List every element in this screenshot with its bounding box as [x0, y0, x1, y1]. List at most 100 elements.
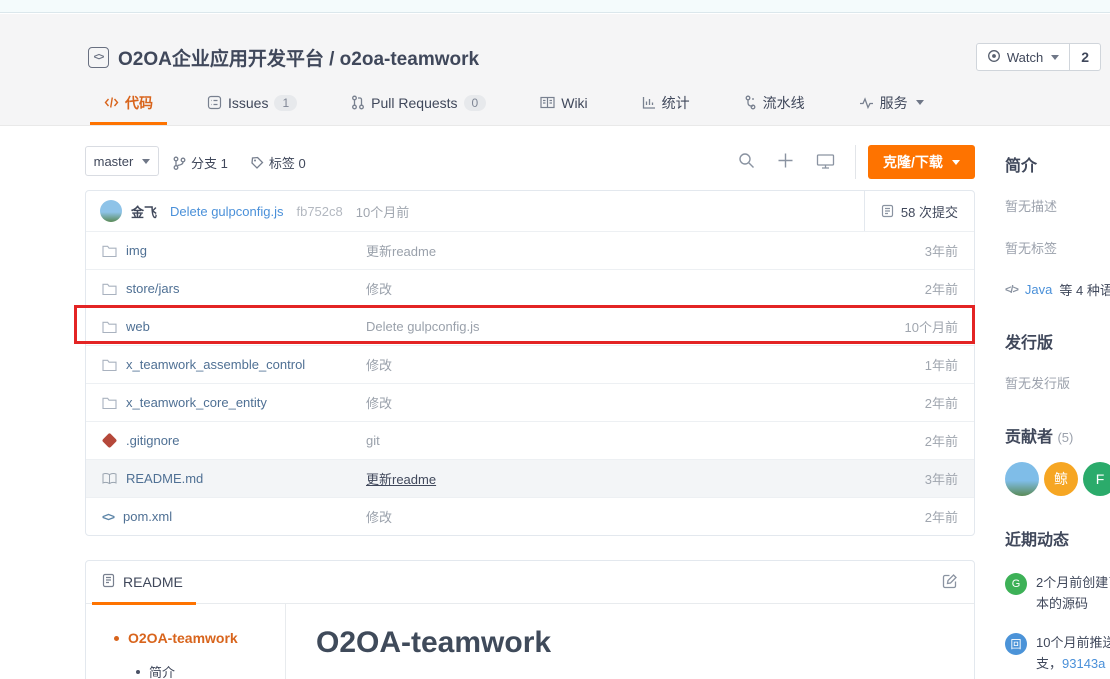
folder-icon [102, 397, 117, 409]
toc-item-intro[interactable]: 简介 [136, 662, 285, 679]
repo-header: <> O2OA企业应用开发平台 / o2oa-teamwork Watch 2 … [0, 14, 1110, 126]
branch-icon [173, 156, 186, 170]
branches-label: 分支 1 [191, 156, 228, 171]
clone-download-button[interactable]: 克隆/下载 [868, 145, 975, 179]
avatar[interactable]: G [1005, 573, 1027, 595]
commit-message-link[interactable]: Delete gulpconfig.js [170, 204, 283, 219]
file-commit-message[interactable]: git [366, 433, 380, 448]
commits-count-link[interactable]: 58 次提交 [863, 191, 974, 231]
language-link[interactable]: Java [1025, 282, 1052, 297]
tab-label: 统计 [661, 94, 690, 111]
file-link[interactable]: README.md [126, 471, 203, 486]
bullet-icon [136, 669, 140, 674]
git-file-icon [101, 432, 118, 449]
file-commit-message[interactable]: 修改 [366, 507, 392, 526]
file-link[interactable]: .gitignore [126, 433, 179, 448]
folder-icon [102, 321, 117, 333]
tab-code[interactable]: 代码 [90, 83, 167, 125]
readme-content: O2OA-teamwork [286, 604, 974, 679]
file-commit-message[interactable]: 更新readme [366, 241, 436, 260]
commit-sha[interactable]: fb752c8 [296, 204, 342, 219]
pipeline-icon [744, 95, 757, 110]
gitee-repo-page: <> O2OA企业应用开发平台 / o2oa-teamwork Watch 2 … [0, 0, 1110, 679]
avatar[interactable]: 回 [1005, 633, 1027, 655]
tab-statistics[interactable]: 统计 [628, 83, 704, 125]
file-link[interactable]: img [126, 243, 147, 258]
tab-label: 服务 [879, 94, 908, 111]
file-link[interactable]: web [126, 319, 150, 334]
tags-link[interactable]: 标签 0 [250, 153, 306, 172]
tab-services[interactable]: 服务 [845, 83, 938, 125]
tab-wiki[interactable]: Wiki [526, 83, 601, 125]
tab-label: 流水线 [762, 94, 805, 111]
code-icon [104, 96, 119, 109]
commits-icon [881, 204, 894, 218]
branches-link[interactable]: 分支 1 [173, 153, 228, 172]
file-commit-time: 2年前 [924, 434, 958, 449]
table-row[interactable]: .gitignore git 2年前 [86, 421, 974, 459]
table-row[interactable]: <> pom.xml 修改 2年前 [86, 497, 974, 535]
file-link[interactable]: x_teamwork_core_entity [126, 395, 267, 410]
file-commit-message[interactable]: 修改 [366, 279, 392, 298]
activity-text: 10个月前推送 支，93143a [1036, 632, 1110, 674]
commit-sha-link[interactable]: 93143a [1062, 656, 1105, 671]
language-rest: 等 4 种语言 [1059, 283, 1110, 298]
table-row-readme[interactable]: README.md 更新readme 3年前 [86, 459, 974, 497]
watch-button[interactable]: Watch [977, 44, 1069, 70]
folder-icon [102, 283, 117, 295]
file-commit-message[interactable]: 修改 [366, 355, 392, 374]
branch-select[interactable]: master [85, 146, 159, 176]
table-row[interactable]: x_teamwork_core_entity 修改 2年前 [86, 383, 974, 421]
caret-down-icon [1051, 54, 1060, 60]
pr-count-badge: 0 [463, 94, 487, 111]
tab-pull-requests[interactable]: Pull Requests 0 [337, 83, 500, 125]
latest-commit-bar: 金飞 Delete gulpconfig.js fb752c8 10个月前 58… [86, 191, 974, 231]
readme-active-underline [92, 602, 196, 605]
file-commit-message[interactable]: 更新readme [366, 469, 436, 488]
table-row[interactable]: x_teamwork_assemble_control 修改 1年前 [86, 345, 974, 383]
folder-icon [102, 245, 117, 257]
xml-file-icon: <> [102, 509, 115, 524]
tag-icon [251, 156, 264, 169]
tab-label: Issues [228, 94, 269, 111]
commit-author-avatar[interactable] [100, 200, 122, 222]
file-commit-time: 2年前 [924, 510, 958, 525]
readme-card: README O2OA-teamwork 简介 O2OA-teamwork [85, 560, 975, 679]
file-link[interactable]: pom.xml [123, 509, 172, 524]
bar-chart-icon [642, 96, 656, 109]
eye-icon [987, 49, 1001, 66]
avatar[interactable] [1005, 462, 1039, 496]
file-link[interactable]: x_teamwork_assemble_control [126, 357, 305, 372]
tab-label: Pull Requests [371, 94, 458, 111]
avatar[interactable]: 鲸 [1044, 462, 1078, 496]
plus-icon[interactable] [777, 152, 794, 169]
commit-author-name[interactable]: 金飞 [131, 202, 157, 221]
activity-line: 本的源码 [1036, 596, 1089, 611]
edit-icon[interactable] [942, 573, 958, 592]
file-commit-time: 2年前 [924, 396, 958, 411]
document-icon [102, 573, 115, 591]
file-commit-time: 1年前 [924, 358, 958, 373]
watch-count[interactable]: 2 [1069, 44, 1100, 70]
file-commit-message[interactable]: 修改 [366, 393, 392, 412]
file-commit-time: 3年前 [924, 244, 958, 259]
tab-pipeline[interactable]: 流水线 [730, 83, 819, 125]
file-commit-time: 10个月前 [904, 320, 958, 335]
table-row[interactable]: img 更新readme 3年前 [86, 231, 974, 269]
readme-tab-label[interactable]: README [123, 574, 183, 590]
search-icon[interactable] [738, 152, 755, 169]
activity-line: 2个月前创建了版 [1036, 575, 1110, 590]
pull-request-icon [351, 95, 365, 110]
commits-count-label: 58 次提交 [900, 204, 958, 220]
web-ide-icon[interactable] [816, 153, 835, 169]
avatar[interactable]: F [1083, 462, 1110, 496]
about-title: 简介 [1005, 158, 1038, 175]
table-row-web[interactable]: web Delete gulpconfig.js 10个月前 [86, 307, 974, 345]
watch-label: Watch [1006, 49, 1044, 65]
contributors-title: 贡献者 (5) [1005, 423, 1110, 447]
tab-issues[interactable]: Issues 1 [193, 83, 311, 125]
toc-item-o2oa-teamwork[interactable]: O2OA-teamwork [114, 630, 285, 646]
file-commit-message[interactable]: Delete gulpconfig.js [366, 319, 479, 334]
table-row[interactable]: store/jars 修改 2年前 [86, 269, 974, 307]
file-link[interactable]: store/jars [126, 281, 179, 296]
